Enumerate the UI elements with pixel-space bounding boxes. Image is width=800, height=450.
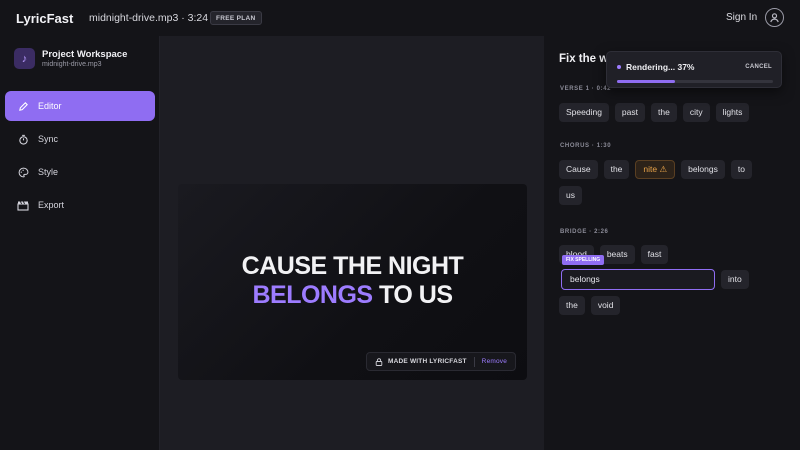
word-edit-input[interactable]: belongs xyxy=(561,269,715,290)
remove-watermark-link[interactable]: Remove xyxy=(482,358,507,365)
word-chip[interactable]: fast xyxy=(640,245,669,264)
word-chip[interactable]: to xyxy=(730,160,752,179)
word-chip[interactable]: the xyxy=(603,160,630,179)
divider xyxy=(473,356,475,367)
section-label-chorus: CHORUS · 1:30 xyxy=(560,143,612,149)
lyric-line-1: CAUSE THE NIGHT xyxy=(241,252,464,280)
cancel-render-button[interactable]: CANCEL xyxy=(745,64,772,70)
section-label-verse-1: VERSE 1 · 0:42 xyxy=(560,86,612,92)
sidebar-item-label: Export xyxy=(38,200,65,210)
project-title: Project Workspace xyxy=(42,49,128,60)
preview-area: CAUSE THE NIGHT BELONGS TO US MADE WITH … xyxy=(160,36,544,450)
current-file-label: midnight-drive.mp3 · 3:24 xyxy=(89,12,209,24)
lyric-line-2-rest: TO US xyxy=(372,281,453,309)
sidebar-item-sync[interactable]: Sync xyxy=(5,124,155,154)
sidebar-item-export[interactable]: Export xyxy=(5,190,155,220)
sidebar-item-label: Style xyxy=(38,167,59,177)
lyrics-panel: Fix the words VERSE 1 · 0:42 Speeding pa… xyxy=(544,36,800,450)
sidebar: ♪ Project Workspace midnight-drive.mp3 E… xyxy=(0,36,160,450)
app-logo[interactable]: LyricFast xyxy=(16,11,73,26)
word-chips-bridge-continued: the void xyxy=(559,296,779,322)
project-header: ♪ Project Workspace midnight-drive.mp3 xyxy=(14,48,127,69)
section-label-bridge: BRIDGE · 2:26 xyxy=(560,229,609,235)
palette-icon xyxy=(16,165,30,179)
lyric-line-2: BELONGS TO US xyxy=(178,281,527,310)
render-progress-fill xyxy=(617,80,675,83)
word-chip[interactable]: the xyxy=(559,296,585,315)
user-account-button[interactable] xyxy=(765,8,784,27)
word-chip[interactable]: the xyxy=(651,103,677,122)
music-note-icon: ♪ xyxy=(14,48,35,69)
fix-spelling-badge[interactable]: FIX SPELLING xyxy=(562,255,605,265)
sidebar-item-style[interactable]: Style xyxy=(5,157,155,187)
project-filename: midnight-drive.mp3 xyxy=(42,61,102,68)
sidebar-item-label: Sync xyxy=(38,134,59,144)
word-chip[interactable]: us xyxy=(559,186,582,205)
word-chip[interactable]: past xyxy=(614,103,645,122)
user-circle-icon xyxy=(770,13,779,23)
sidebar-nav: Editor Sync Style Export xyxy=(5,91,155,223)
status-dot-icon xyxy=(617,65,621,69)
word-chip[interactable]: belongs xyxy=(681,160,725,179)
render-progress-bar xyxy=(617,80,773,83)
word-chip[interactable]: beats xyxy=(599,245,635,264)
rendering-toast: Rendering... 37% CANCEL xyxy=(606,51,782,88)
word-chip[interactable]: Cause xyxy=(559,160,598,179)
word-chips-verse-1: Speeding past the city lights xyxy=(559,103,779,129)
top-bar: LyricFast midnight-drive.mp3 · 3:24 FREE… xyxy=(0,0,800,36)
word-chips-chorus: Cause the nite ⚠ belongs to us xyxy=(559,160,779,212)
highlighted-word: BELONGS xyxy=(252,281,373,309)
word-chip[interactable]: into xyxy=(721,270,749,289)
clapperboard-icon xyxy=(16,198,30,212)
watermark-badge: MADE WITH LYRICFAST Remove xyxy=(366,352,517,371)
rendering-status: Rendering... 37% xyxy=(626,62,695,72)
word-chip[interactable]: city xyxy=(682,103,710,122)
word-chip[interactable]: lights xyxy=(715,103,750,122)
plan-badge: FREE PLAN xyxy=(210,11,262,25)
flagged-word-chip[interactable]: nite ⚠ xyxy=(635,160,676,179)
stopwatch-icon xyxy=(16,132,30,146)
word-chip[interactable]: void xyxy=(590,296,621,315)
word-chip[interactable]: Speeding xyxy=(559,103,609,122)
sign-in-link[interactable]: Sign In xyxy=(726,12,757,23)
lock-icon xyxy=(375,357,383,366)
sidebar-item-editor[interactable]: Editor xyxy=(5,91,155,121)
watermark-text: MADE WITH LYRICFAST xyxy=(388,358,467,365)
pencil-icon xyxy=(16,99,30,113)
sidebar-item-label: Editor xyxy=(38,101,62,111)
video-preview[interactable]: CAUSE THE NIGHT BELONGS TO US MADE WITH … xyxy=(178,184,527,380)
